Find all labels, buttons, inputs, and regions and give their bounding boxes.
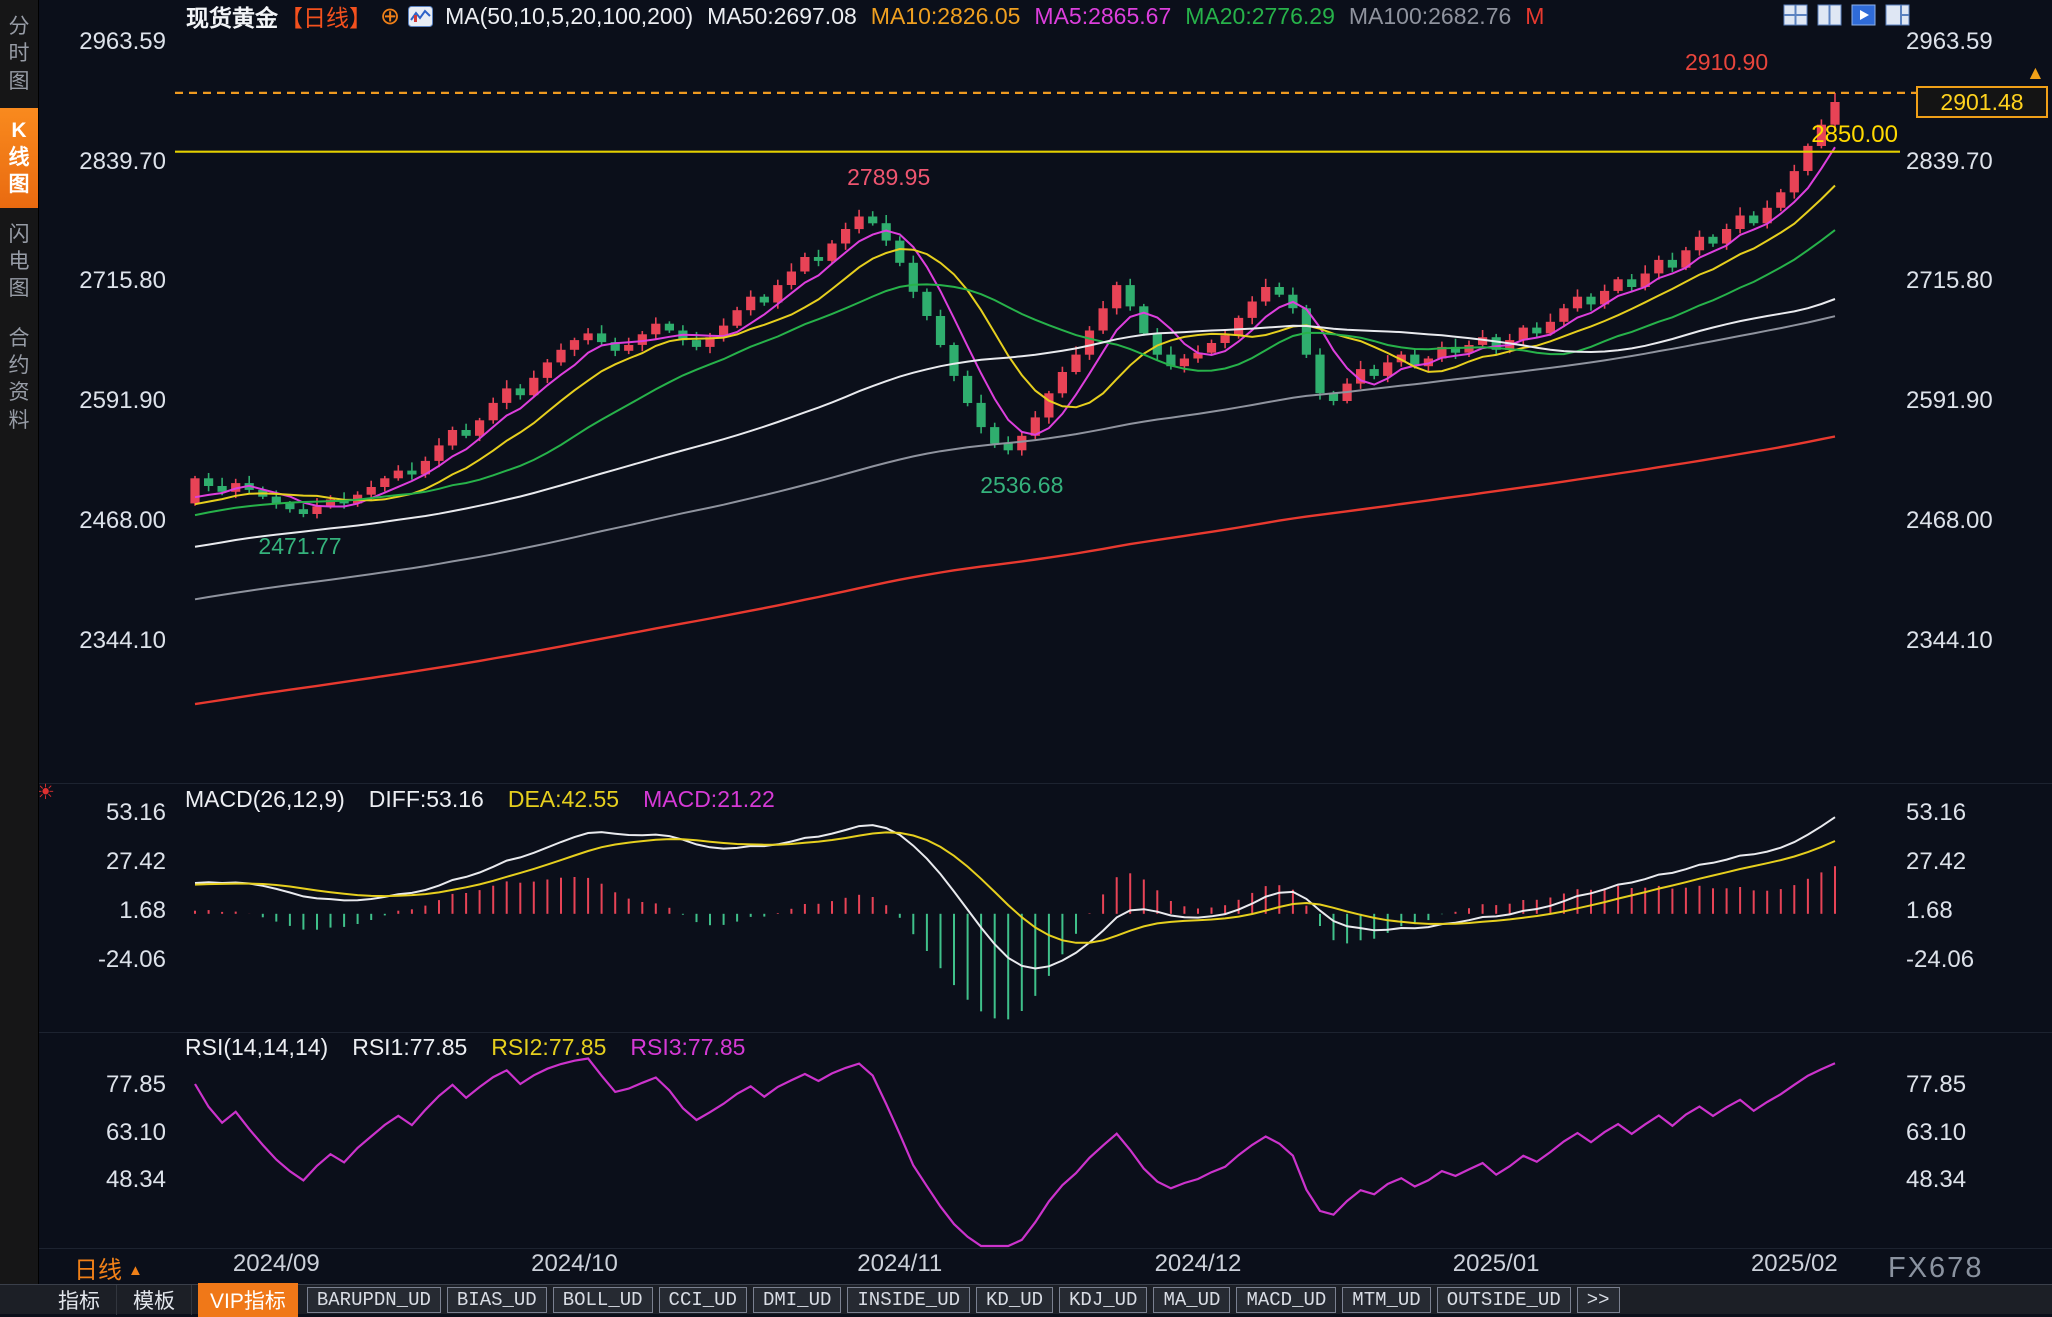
sidebar-tab-label: 分时图 [7,13,31,95]
macd-dea-value: DEA:42.55 [508,786,619,813]
macd-header: MACD(26,12,9) DIFF:53.16 DEA:42.55 MACD:… [185,786,775,813]
ma5-value: MA5:2865.67 [1034,3,1171,30]
sidebar: 分时图 K线图 闪电图 合约资料 [0,0,39,1284]
pane-divider [39,783,2052,784]
chart-canvas[interactable] [0,0,2052,1314]
ma200-value: M [1525,3,1544,30]
ma100-value: MA100:2682.76 [1349,3,1511,30]
price-tag: 2901.48 [1916,86,2048,118]
candlestick-mini-icon[interactable] [408,6,433,27]
caret-up-icon: ▲ [128,1262,143,1279]
bottom-tab[interactable]: KD_UD [976,1287,1053,1313]
macd-params-label: MACD(26,12,9) [185,786,345,813]
bottom-tab[interactable]: DMI_UD [753,1287,841,1313]
bottom-tab[interactable]: MACD_UD [1236,1287,1336,1313]
sidebar-tab-label: 合约资料 [7,325,31,434]
sidebar-tab-lightning-chart[interactable]: 闪电图 [0,212,38,312]
bottom-tab[interactable]: OUTSIDE_UD [1437,1287,1571,1313]
sidebar-tab-label: K线图 [7,117,31,199]
bottom-tab[interactable]: KDJ_UD [1059,1287,1147,1313]
layout-active-pane-icon[interactable] [1851,4,1876,26]
bottom-tab[interactable]: 指标 [42,1285,117,1315]
ma10-value: MA10:2826.05 [871,3,1021,30]
sidebar-tab-label: 闪电图 [7,221,31,303]
sidebar-tab-time-chart[interactable]: 分时图 [0,4,38,104]
layout-columns-icon[interactable] [1817,4,1842,26]
rsi-pane [195,1059,1835,1247]
layout-grid-icon[interactable] [1783,4,1808,26]
ma-lines-layer [195,147,1835,704]
macd-pane [195,817,1835,1019]
bottom-tab[interactable]: BARUPDN_UD [307,1287,441,1313]
timeframe-text: 日线 [74,1257,122,1284]
bottom-tab[interactable]: VIP指标 [198,1283,298,1317]
watermark: FX678 [1888,1252,1983,1285]
circle-plus-icon[interactable]: ⊕ [380,2,400,31]
header-bar: 现货黄金 【日线】 ⊕ MA(50,10,5,20,100,200) MA50:… [38,0,2052,32]
rsi-header: RSI(14,14,14) RSI1:77.85 RSI2:77.85 RSI3… [185,1034,745,1061]
rsi-params-label: RSI(14,14,14) [185,1034,328,1061]
pane-divider [39,1032,2052,1033]
bottom-tab[interactable]: MA_UD [1153,1287,1230,1313]
bottom-tab[interactable]: BOLL_UD [553,1287,653,1313]
bottom-tab[interactable]: MTM_UD [1342,1287,1430,1313]
sidebar-tab-contract-info[interactable]: 合约资料 [0,316,38,443]
instrument-title: 现货黄金 [186,0,278,33]
timeframe-label[interactable]: 日线 ▲ [74,1250,143,1285]
ma50-value: MA50:2697.08 [707,3,857,30]
latest-price-marker-icon[interactable]: ▲ [2026,63,2045,85]
sidebar-tab-kline-chart[interactable]: K线图 [0,108,38,208]
bottom-tab[interactable]: INSIDE_UD [847,1287,970,1313]
ma-params-label: MA(50,10,5,20,100,200) [445,3,693,30]
layout-add-pane-icon[interactable] [1885,4,1910,26]
ma20-value: MA20:2776.29 [1185,3,1335,30]
macd-hist-value: MACD:21.22 [643,786,775,813]
period-tag: 【日线】 [280,0,372,33]
bottom-tab-bar: 指标模板VIP指标 BARUPDN_UDBIAS_UDBOLL_UDCCI_UDD… [0,1284,2052,1314]
level-line-label: 2850.00 [1752,121,1898,149]
rsi3-value: RSI3:77.85 [630,1034,745,1061]
bottom-tab[interactable]: BIAS_UD [447,1287,547,1313]
macd-diff-value: DIFF:53.16 [369,786,484,813]
layout-icon-group [1783,4,1910,26]
rsi2-value: RSI2:77.85 [491,1034,606,1061]
bottom-tab[interactable]: CCI_UD [659,1287,747,1313]
candles-layer [190,93,1839,519]
bottom-tab[interactable]: >> [1577,1287,1620,1313]
rsi1-value: RSI1:77.85 [352,1034,467,1061]
x-axis-line [39,1248,2052,1249]
bottom-tab[interactable]: 模板 [117,1285,192,1315]
